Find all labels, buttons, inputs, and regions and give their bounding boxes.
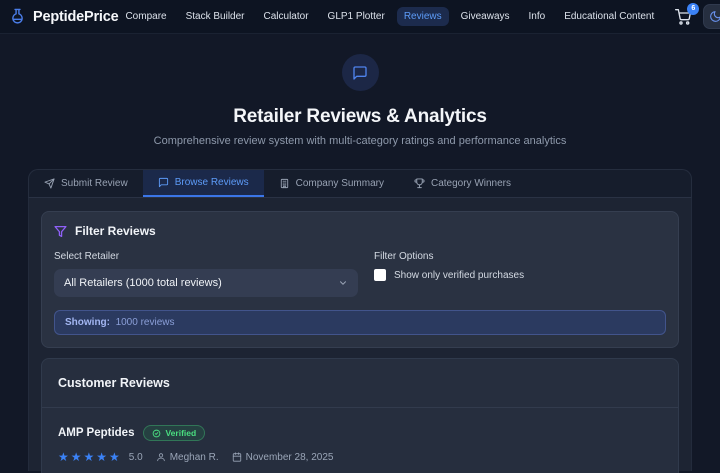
- tab-label: Company Summary: [295, 178, 384, 189]
- calendar-icon: [232, 452, 242, 462]
- verified-only-label: Show only verified purchases: [394, 269, 525, 281]
- tab-company-summary[interactable]: Company Summary: [264, 170, 399, 197]
- badge-check-icon: [152, 429, 161, 438]
- cart-button[interactable]: 6: [673, 2, 700, 27]
- nav-link-info[interactable]: Info: [522, 7, 553, 26]
- verified-badge: Verified: [143, 425, 206, 441]
- filter-options-label: Filter Options: [374, 251, 434, 262]
- showing-results-bar: Showing: 1000 reviews: [54, 310, 666, 335]
- content-panel: Submit Review Browse Reviews Company Sum…: [28, 169, 692, 473]
- chat-bubble-icon: [352, 65, 368, 81]
- showing-count: 1000 reviews: [115, 317, 175, 328]
- select-retailer-label: Select Retailer: [54, 251, 120, 262]
- review-date-group: November 28, 2025: [232, 451, 334, 463]
- review-meta-row: ★★★★★ 5.0 Meghan R. November 28, 2025: [58, 450, 662, 464]
- tab-content: Filter Reviews Select Retailer All Retai…: [28, 198, 692, 473]
- nav-right: 6: [673, 2, 720, 29]
- retailer-select-group: Select Retailer All Retailers (1000 tota…: [54, 251, 358, 297]
- filter-row: Select Retailer All Retailers (1000 tota…: [54, 251, 666, 297]
- top-navbar: PeptidePrice Compare Stack Builder Calcu…: [0, 0, 720, 34]
- rating-number: 5.0: [128, 451, 143, 463]
- showing-label: Showing:: [65, 317, 110, 328]
- nav-link-glp1-plotter[interactable]: GLP1 Plotter: [321, 7, 392, 26]
- nav-link-reviews[interactable]: Reviews: [396, 7, 449, 26]
- review-date: November 28, 2025: [245, 451, 334, 463]
- verified-only-checkbox-row[interactable]: Show only verified purchases: [374, 269, 524, 281]
- page-subtitle: Comprehensive review system with multi-c…: [153, 135, 567, 147]
- nav-link-calculator[interactable]: Calculator: [257, 7, 316, 26]
- send-icon: [44, 178, 55, 189]
- page-title: Retailer Reviews & Analytics: [233, 106, 487, 127]
- theme-toggle-button[interactable]: [703, 4, 720, 29]
- tab-label: Submit Review: [61, 178, 128, 189]
- cart-badge: 6: [687, 2, 700, 15]
- tab-label: Browse Reviews: [174, 177, 249, 188]
- brand[interactable]: PeptidePrice: [9, 8, 119, 25]
- review-item: AMP Peptides Verified ★★★★★ 5.0 Meghan R…: [42, 408, 678, 473]
- retailer-select-value: All Retailers (1000 total reviews): [64, 277, 222, 289]
- verified-badge-label: Verified: [165, 428, 197, 438]
- tab-bar: Submit Review Browse Reviews Company Sum…: [28, 169, 692, 198]
- filter-options-group: Filter Options Show only verified purcha…: [374, 251, 524, 297]
- tab-browse-reviews[interactable]: Browse Reviews: [142, 170, 264, 197]
- reviewer-name: Meghan R.: [169, 451, 219, 463]
- filter-header: Filter Reviews: [54, 224, 666, 238]
- brand-name: PeptidePrice: [33, 8, 119, 25]
- nav-links: Compare Stack Builder Calculator GLP1 Pl…: [118, 7, 661, 26]
- customer-reviews-title: Customer Reviews: [58, 376, 170, 390]
- tab-label: Category Winners: [430, 178, 512, 189]
- retailer-select[interactable]: All Retailers (1000 total reviews): [54, 269, 358, 297]
- reviewer-group: Meghan R.: [156, 452, 219, 463]
- review-header-row: AMP Peptides Verified: [58, 425, 662, 441]
- flask-icon: [9, 8, 26, 25]
- chevron-down-icon: [338, 278, 348, 288]
- nav-link-educational-content[interactable]: Educational Content: [557, 7, 661, 26]
- trophy-icon: [414, 178, 425, 189]
- tab-submit-review[interactable]: Submit Review: [29, 170, 143, 197]
- filter-title: Filter Reviews: [75, 224, 156, 238]
- tab-category-winners[interactable]: Category Winners: [399, 170, 526, 197]
- person-icon: [156, 452, 166, 462]
- funnel-icon: [54, 225, 67, 238]
- review-retailer-name: AMP Peptides: [58, 427, 135, 439]
- nav-link-compare[interactable]: Compare: [118, 7, 173, 26]
- building-icon: [279, 178, 290, 189]
- verified-only-checkbox[interactable]: [374, 269, 386, 281]
- filter-reviews-card: Filter Reviews Select Retailer All Retai…: [41, 211, 679, 348]
- nav-link-giveaways[interactable]: Giveaways: [454, 7, 517, 26]
- customer-reviews-card: Customer Reviews AMP Peptides Verified ★…: [41, 358, 679, 473]
- hero-section: Retailer Reviews & Analytics Comprehensi…: [0, 34, 720, 169]
- chat-icon: [158, 177, 169, 188]
- nav-link-stack-builder[interactable]: Stack Builder: [179, 7, 252, 26]
- hero-chat-icon-circle: [341, 54, 379, 91]
- star-rating: ★★★★★: [58, 450, 122, 464]
- customer-reviews-header: Customer Reviews: [42, 359, 678, 408]
- moon-icon: [709, 10, 720, 23]
